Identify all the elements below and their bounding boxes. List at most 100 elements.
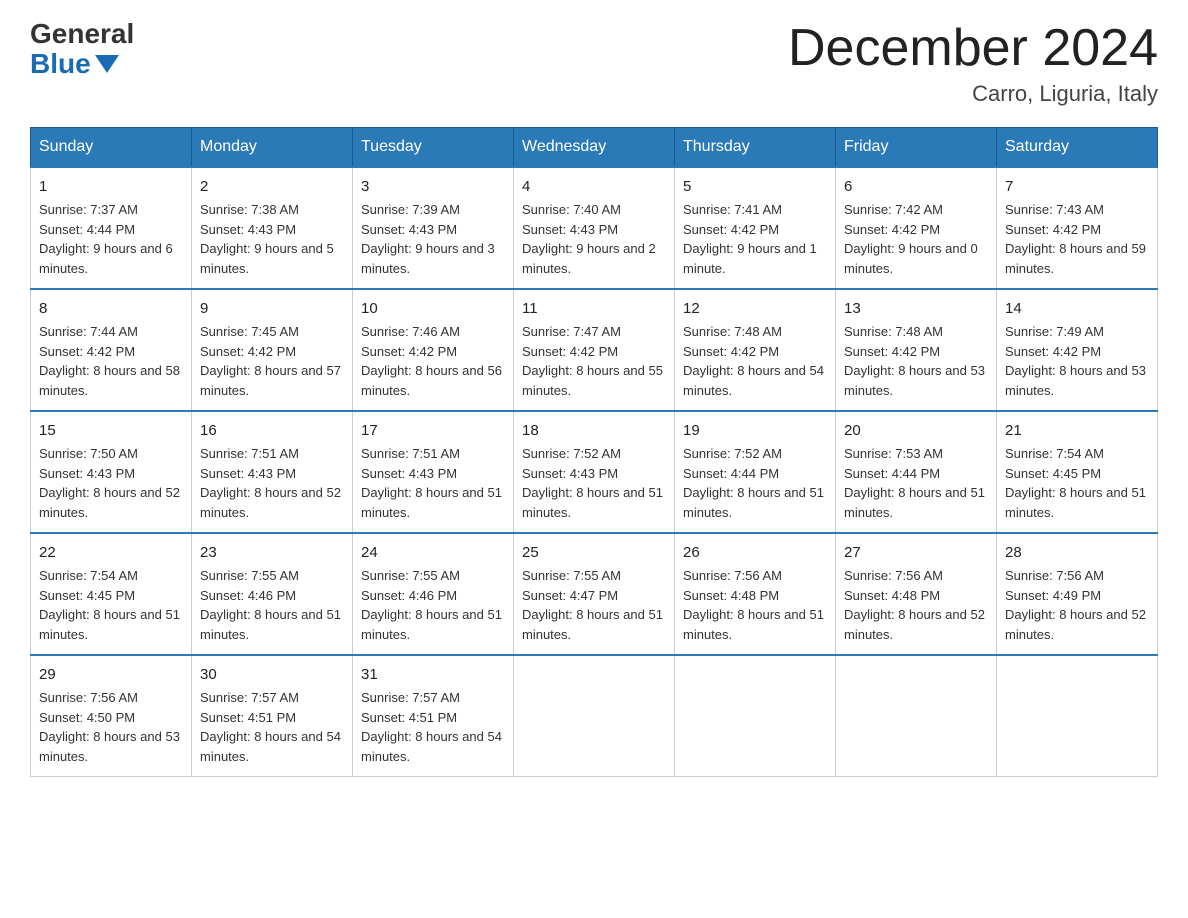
- day-info: Sunrise: 7:47 AMSunset: 4:42 PMDaylight:…: [522, 324, 663, 398]
- day-cell: 18 Sunrise: 7:52 AMSunset: 4:43 PMDayligh…: [514, 411, 675, 533]
- day-info: Sunrise: 7:57 AMSunset: 4:51 PMDaylight:…: [361, 690, 502, 764]
- day-info: Sunrise: 7:48 AMSunset: 4:42 PMDaylight:…: [683, 324, 824, 398]
- day-number: 26: [683, 542, 827, 564]
- col-header-friday: Friday: [836, 128, 997, 168]
- day-info: Sunrise: 7:56 AMSunset: 4:50 PMDaylight:…: [39, 690, 180, 764]
- day-info: Sunrise: 7:52 AMSunset: 4:43 PMDaylight:…: [522, 446, 663, 520]
- day-info: Sunrise: 7:54 AMSunset: 4:45 PMDaylight:…: [1005, 446, 1146, 520]
- col-header-thursday: Thursday: [675, 128, 836, 168]
- day-number: 18: [522, 420, 666, 442]
- day-info: Sunrise: 7:54 AMSunset: 4:45 PMDaylight:…: [39, 568, 180, 642]
- day-info: Sunrise: 7:55 AMSunset: 4:46 PMDaylight:…: [200, 568, 341, 642]
- day-cell: 20Sunrise: 7:53 AMSunset: 4:44 PMDayligh…: [836, 411, 997, 533]
- logo-triangle-icon: [95, 55, 119, 73]
- day-number: 4: [522, 176, 666, 198]
- day-info: Sunrise: 7:56 AMSunset: 4:49 PMDaylight:…: [1005, 568, 1146, 642]
- day-number: 29: [39, 664, 183, 686]
- day-number: 24: [361, 542, 505, 564]
- week-row-3: 15 Sunrise: 7:50 AMSunset: 4:43 PMDayligh…: [31, 411, 1158, 533]
- col-header-wednesday: Wednesday: [514, 128, 675, 168]
- day-number: 6: [844, 176, 988, 198]
- day-info: Sunrise: 7:55 AMSunset: 4:46 PMDaylight:…: [361, 568, 502, 642]
- day-number: 22: [39, 542, 183, 564]
- day-info: Sunrise: 7:37 AMSunset: 4:44 PMDaylight:…: [39, 202, 173, 276]
- week-row-4: 22 Sunrise: 7:54 AMSunset: 4:45 PMDayligh…: [31, 533, 1158, 655]
- week-row-2: 8 Sunrise: 7:44 AMSunset: 4:42 PMDaylight…: [31, 289, 1158, 411]
- day-cell: 7 Sunrise: 7:43 AMSunset: 4:42 PMDaylight…: [997, 167, 1158, 289]
- day-info: Sunrise: 7:57 AMSunset: 4:51 PMDaylight:…: [200, 690, 341, 764]
- day-number: 30: [200, 664, 344, 686]
- day-cell: 17 Sunrise: 7:51 AMSunset: 4:43 PMDayligh…: [353, 411, 514, 533]
- day-cell: 6Sunrise: 7:42 AMSunset: 4:42 PMDaylight…: [836, 167, 997, 289]
- day-cell: 12 Sunrise: 7:48 AMSunset: 4:42 PMDayligh…: [675, 289, 836, 411]
- day-cell: 10 Sunrise: 7:46 AMSunset: 4:42 PMDayligh…: [353, 289, 514, 411]
- day-cell: 14 Sunrise: 7:49 AMSunset: 4:42 PMDayligh…: [997, 289, 1158, 411]
- day-info: Sunrise: 7:41 AMSunset: 4:42 PMDaylight:…: [683, 202, 817, 276]
- day-number: 21: [1005, 420, 1149, 442]
- day-cell: 2 Sunrise: 7:38 AMSunset: 4:43 PMDaylight…: [192, 167, 353, 289]
- logo-general-text: General: [30, 20, 134, 48]
- day-number: 10: [361, 298, 505, 320]
- day-info: Sunrise: 7:56 AMSunset: 4:48 PMDaylight:…: [844, 568, 985, 642]
- day-info: Sunrise: 7:43 AMSunset: 4:42 PMDaylight:…: [1005, 202, 1146, 276]
- day-number: 7: [1005, 176, 1149, 198]
- week-row-5: 29 Sunrise: 7:56 AMSunset: 4:50 PMDayligh…: [31, 655, 1158, 777]
- day-cell: 30 Sunrise: 7:57 AMSunset: 4:51 PMDayligh…: [192, 655, 353, 777]
- calendar-table: SundayMondayTuesdayWednesdayThursdayFrid…: [30, 127, 1158, 777]
- day-number: 14: [1005, 298, 1149, 320]
- page-header: General Blue December 2024 Carro, Liguri…: [30, 20, 1158, 107]
- day-cell: [514, 655, 675, 777]
- day-number: 5: [683, 176, 827, 198]
- day-cell: 29 Sunrise: 7:56 AMSunset: 4:50 PMDayligh…: [31, 655, 192, 777]
- day-number: 2: [200, 176, 344, 198]
- day-cell: 11 Sunrise: 7:47 AMSunset: 4:42 PMDayligh…: [514, 289, 675, 411]
- day-number: 17: [361, 420, 505, 442]
- day-cell: 28 Sunrise: 7:56 AMSunset: 4:49 PMDayligh…: [997, 533, 1158, 655]
- day-cell: 25Sunrise: 7:55 AMSunset: 4:47 PMDayligh…: [514, 533, 675, 655]
- day-number: 19: [683, 420, 827, 442]
- location-title: Carro, Liguria, Italy: [788, 81, 1158, 107]
- day-number: 9: [200, 298, 344, 320]
- day-cell: 5 Sunrise: 7:41 AMSunset: 4:42 PMDaylight…: [675, 167, 836, 289]
- day-info: Sunrise: 7:46 AMSunset: 4:42 PMDaylight:…: [361, 324, 502, 398]
- day-info: Sunrise: 7:48 AMSunset: 4:42 PMDaylight:…: [844, 324, 985, 398]
- day-number: 12: [683, 298, 827, 320]
- day-number: 1: [39, 176, 183, 198]
- week-row-1: 1 Sunrise: 7:37 AMSunset: 4:44 PMDaylight…: [31, 167, 1158, 289]
- day-number: 8: [39, 298, 183, 320]
- day-cell: [836, 655, 997, 777]
- day-number: 13: [844, 298, 988, 320]
- day-number: 31: [361, 664, 505, 686]
- day-cell: 31 Sunrise: 7:57 AMSunset: 4:51 PMDayligh…: [353, 655, 514, 777]
- title-block: December 2024 Carro, Liguria, Italy: [788, 20, 1158, 107]
- day-info: Sunrise: 7:51 AMSunset: 4:43 PMDaylight:…: [200, 446, 341, 520]
- day-cell: 27Sunrise: 7:56 AMSunset: 4:48 PMDayligh…: [836, 533, 997, 655]
- col-header-monday: Monday: [192, 128, 353, 168]
- day-number: 23: [200, 542, 344, 564]
- day-cell: 16Sunrise: 7:51 AMSunset: 4:43 PMDayligh…: [192, 411, 353, 533]
- day-cell: 3 Sunrise: 7:39 AMSunset: 4:43 PMDaylight…: [353, 167, 514, 289]
- day-cell: 4 Sunrise: 7:40 AMSunset: 4:43 PMDaylight…: [514, 167, 675, 289]
- day-number: 11: [522, 298, 666, 320]
- day-info: Sunrise: 7:38 AMSunset: 4:43 PMDaylight:…: [200, 202, 334, 276]
- day-cell: 13 Sunrise: 7:48 AMSunset: 4:42 PMDayligh…: [836, 289, 997, 411]
- day-info: Sunrise: 7:55 AMSunset: 4:47 PMDaylight:…: [522, 568, 663, 642]
- day-info: Sunrise: 7:50 AMSunset: 4:43 PMDaylight:…: [39, 446, 180, 520]
- day-info: Sunrise: 7:52 AMSunset: 4:44 PMDaylight:…: [683, 446, 824, 520]
- day-info: Sunrise: 7:51 AMSunset: 4:43 PMDaylight:…: [361, 446, 502, 520]
- day-number: 28: [1005, 542, 1149, 564]
- col-header-saturday: Saturday: [997, 128, 1158, 168]
- col-header-sunday: Sunday: [31, 128, 192, 168]
- day-info: Sunrise: 7:44 AMSunset: 4:42 PMDaylight:…: [39, 324, 180, 398]
- day-info: Sunrise: 7:40 AMSunset: 4:43 PMDaylight:…: [522, 202, 656, 276]
- day-cell: 21 Sunrise: 7:54 AMSunset: 4:45 PMDayligh…: [997, 411, 1158, 533]
- logo: General Blue: [30, 20, 134, 80]
- day-cell: 19 Sunrise: 7:52 AMSunset: 4:44 PMDayligh…: [675, 411, 836, 533]
- day-info: Sunrise: 7:49 AMSunset: 4:42 PMDaylight:…: [1005, 324, 1146, 398]
- day-number: 3: [361, 176, 505, 198]
- day-number: 15: [39, 420, 183, 442]
- day-cell: 9Sunrise: 7:45 AMSunset: 4:42 PMDaylight…: [192, 289, 353, 411]
- day-info: Sunrise: 7:56 AMSunset: 4:48 PMDaylight:…: [683, 568, 824, 642]
- day-info: Sunrise: 7:39 AMSunset: 4:43 PMDaylight:…: [361, 202, 495, 276]
- day-cell: 26 Sunrise: 7:56 AMSunset: 4:48 PMDayligh…: [675, 533, 836, 655]
